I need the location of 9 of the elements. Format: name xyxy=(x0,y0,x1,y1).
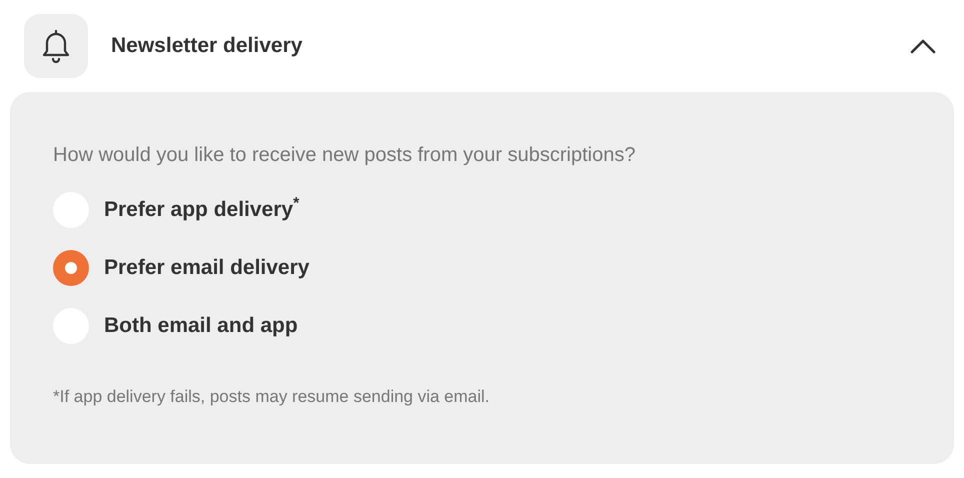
option-label[interactable]: Prefer email delivery xyxy=(104,252,310,284)
option-label[interactable]: Prefer app delivery$^{*}$ xyxy=(104,194,300,226)
option-label[interactable]: Both email and app xyxy=(104,310,298,342)
bell-icon xyxy=(41,29,71,63)
radio-button[interactable] xyxy=(53,250,89,286)
question-text: How would you like to receive new posts from your subscriptions? xyxy=(53,143,636,168)
section-title: Newsletter delivery xyxy=(111,33,302,60)
footnote-text: *If app delivery fails, posts may resume sending via email. xyxy=(53,386,491,408)
collapse-chevron-icon[interactable] xyxy=(910,38,936,54)
